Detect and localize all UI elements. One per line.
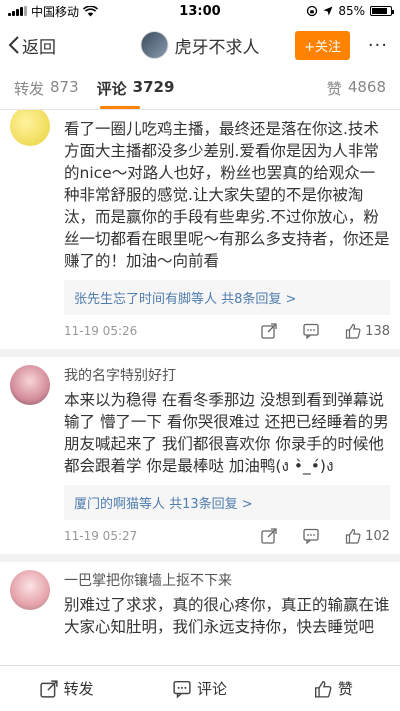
like-button[interactable]: 赞 xyxy=(267,666,400,711)
like-count: 102 xyxy=(365,528,390,544)
comment-body: 一巴掌把你镶墙上抠不下来 别难过了求求，真的很心疼你，真正的输赢在谁大家心知肚明… xyxy=(64,570,390,638)
comment-text: 本来以为稳得 在看冬季那边 没想到看到弹幕说输了 懵了一下 看你哭很难过 还把已… xyxy=(64,391,389,475)
battery-percent: 85% xyxy=(338,4,365,18)
comment-username[interactable]: 我的名字特别好打 xyxy=(64,365,390,385)
comment-footer: 11-19 05:27 102 xyxy=(64,528,390,544)
comment-text: 别难过了求求，真的很心疼你，真正的输赢在谁大家心知肚明，我们永远支持你，快去睡觉… xyxy=(64,596,390,636)
page-title: 虎牙不求人 xyxy=(174,37,260,58)
tab-comment-label: 评论 xyxy=(96,80,127,98)
tab-repost-label: 转发 xyxy=(14,80,45,98)
comment-list: 看了一圈儿吃鸡主播，最终还是落在你这.技术方面大主播都没多少差别.爱看你是因为人… xyxy=(0,106,400,698)
more-button[interactable]: ··· xyxy=(368,35,388,56)
nav-user[interactable]: 虎牙不求人 xyxy=(140,31,260,59)
status-right: 85% xyxy=(306,4,394,18)
tab-like-label: 赞 xyxy=(326,80,342,98)
lock-rotation-icon xyxy=(306,5,318,17)
battery-icon xyxy=(370,6,394,16)
share-icon[interactable] xyxy=(261,528,277,544)
comment-icon[interactable] xyxy=(303,323,319,339)
bottom-action-bar: 转发 评论 赞 xyxy=(0,665,400,711)
thumbs-up-icon xyxy=(345,323,361,339)
active-tab-indicator xyxy=(100,106,140,109)
comment-label: 评论 xyxy=(196,680,227,698)
status-time: 13:00 xyxy=(179,3,221,19)
tab-like-count: 4868 xyxy=(347,78,386,96)
like-button[interactable]: 102 xyxy=(345,528,390,544)
like-count: 138 xyxy=(365,323,390,339)
comment-body: 看了一圈儿吃鸡主播，最终还是落在你这.技术方面大主播都没多少差别.爱看你是因为人… xyxy=(64,118,390,339)
tab-comment[interactable]: 评论 3729 xyxy=(97,78,175,99)
tab-bar: 转发 873 评论 3729 赞 4868 xyxy=(0,68,400,110)
tab-repost[interactable]: 转发 873 xyxy=(14,78,79,99)
chevron-left-icon xyxy=(8,35,20,55)
wifi-icon xyxy=(83,5,99,17)
repost-label: 转发 xyxy=(63,680,94,698)
comment-icon xyxy=(173,680,191,698)
status-left: 中国移动 xyxy=(8,3,99,20)
like-button[interactable]: 138 xyxy=(345,323,390,339)
comment-item: 我的名字特别好打 本来以为稳得 在看冬季那边 没想到看到弹幕说输了 懵了一下 看… xyxy=(0,357,400,562)
signal-icon xyxy=(8,6,27,16)
avatar xyxy=(140,31,169,59)
location-icon xyxy=(323,6,333,16)
comment-username[interactable]: 一巴掌把你镶墙上抠不下来 xyxy=(64,570,390,590)
comment-button[interactable]: 评论 xyxy=(133,666,266,711)
comment-footer: 11-19 05:26 138 xyxy=(64,323,390,339)
tab-comment-count: 3729 xyxy=(132,78,175,96)
carrier-name: 中国移动 xyxy=(31,4,80,19)
follow-button[interactable]: +关注 xyxy=(295,30,350,60)
thumbs-up-icon xyxy=(314,680,332,698)
tab-repost-count: 873 xyxy=(50,78,79,96)
share-icon xyxy=(40,679,58,698)
thumbs-up-icon xyxy=(345,528,361,544)
back-button[interactable]: 返回 xyxy=(8,33,56,58)
status-bar: 中国移动 13:00 85% xyxy=(0,0,400,22)
back-label: 返回 xyxy=(22,37,56,58)
avatar[interactable] xyxy=(10,570,50,610)
tab-like[interactable]: 赞 4868 xyxy=(327,78,386,99)
avatar[interactable] xyxy=(10,106,50,146)
nav-bar: 返回 虎牙不求人 +关注 ··· xyxy=(0,22,400,68)
comment-text: 看了一圈儿吃鸡主播，最终还是落在你这.技术方面大主播都没多少差别.爱看你是因为人… xyxy=(64,120,390,270)
avatar[interactable] xyxy=(10,365,50,405)
like-label: 赞 xyxy=(337,680,353,698)
replies-summary[interactable]: 厦门的啊猫等人 共13条回复 > xyxy=(64,485,390,520)
repost-button[interactable]: 转发 xyxy=(0,666,133,711)
comment-time: 11-19 05:26 xyxy=(64,324,138,338)
replies-summary[interactable]: 张先生忘了时间有脚等人 共8条回复 > xyxy=(64,280,390,315)
comment-time: 11-19 05:27 xyxy=(64,529,138,543)
comment-item: 看了一圈儿吃鸡主播，最终还是落在你这.技术方面大主播都没多少差别.爱看你是因为人… xyxy=(0,106,400,357)
comment-icon[interactable] xyxy=(303,528,319,544)
comment-body: 我的名字特别好打 本来以为稳得 在看冬季那边 没想到看到弹幕说输了 懵了一下 看… xyxy=(64,365,390,544)
share-icon[interactable] xyxy=(261,323,277,339)
battery-level xyxy=(372,8,388,14)
